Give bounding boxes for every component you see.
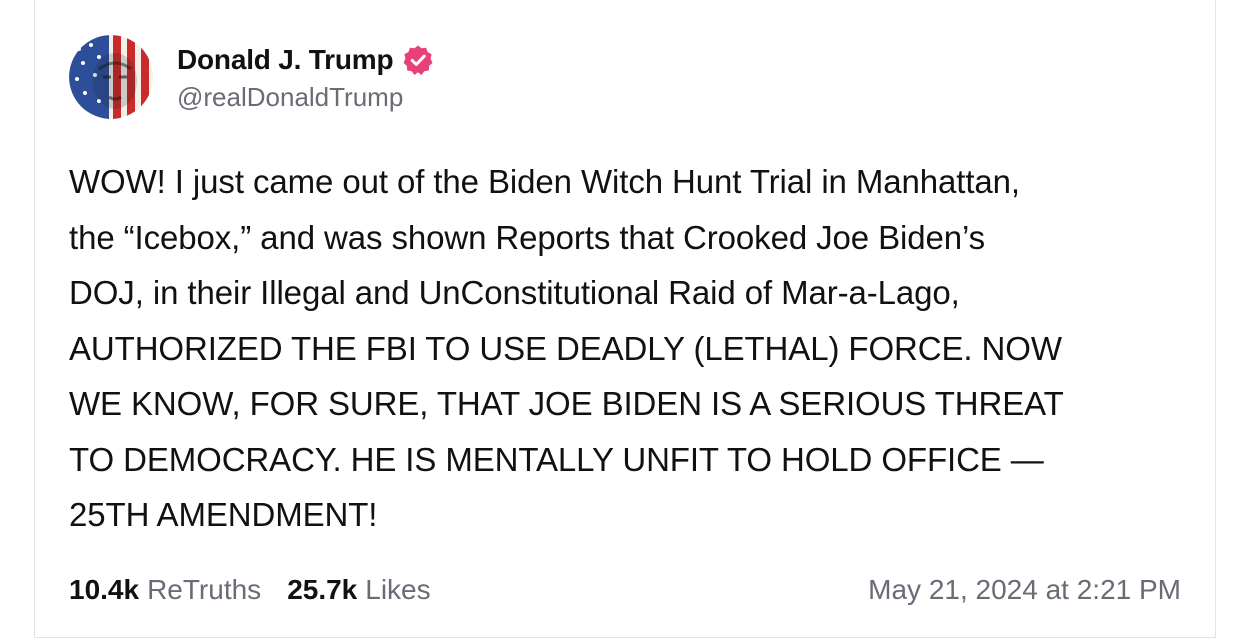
post-stats: 10.4k ReTruths 25.7k Likes [69,574,457,606]
likes-count: 25.7k [287,574,358,605]
likes-stat[interactable]: 25.7k Likes [287,574,430,606]
name-row: Donald J. Trump [177,38,434,82]
post-footer: 10.4k ReTruths 25.7k Likes May 21, 2024 … [69,570,1181,610]
post-header: Donald J. Trump @realDonaldTrump [69,35,434,119]
retruths-label: ReTruths [147,574,262,605]
post-card: Donald J. Trump @realDonaldTrump WOW! I … [34,0,1216,638]
likes-label: Likes [365,574,431,605]
post-timestamp[interactable]: May 21, 2024 at 2:21 PM [868,574,1181,606]
display-name[interactable]: Donald J. Trump [177,44,394,76]
avatar[interactable] [69,35,153,119]
author-names: Donald J. Trump @realDonaldTrump [177,38,434,113]
verified-badge-icon [402,44,434,76]
author-handle[interactable]: @realDonaldTrump [177,82,434,113]
retruths-count: 10.4k [69,574,140,605]
retruths-stat[interactable]: 10.4k ReTruths [69,574,261,606]
flag-portrait-avatar-icon [69,35,153,119]
post-text: WOW! I just came out of the Biden Witch … [69,163,1064,533]
